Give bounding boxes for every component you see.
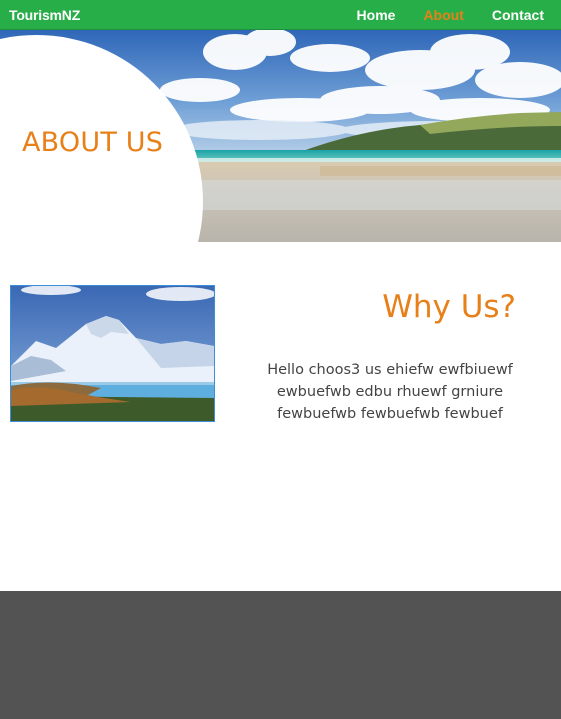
mountain-lake-photo [10,285,215,422]
navbar: TourismNZ Home About Contact [0,0,561,30]
hero-banner: ABOUT US [0,30,561,242]
hero-title: ABOUT US [22,127,164,158]
nav-link-contact[interactable]: Contact [492,7,544,23]
why-us-heading: Why Us? [382,289,516,325]
nav-link-about[interactable]: About [423,7,463,23]
nav-links: Home About Contact [329,7,544,23]
brand-logo-link[interactable]: TourismNZ [9,7,80,23]
why-us-text: Hello choos3 us ehiefw ewfbiuewf ewbuefw… [267,362,513,422]
nav-link-home[interactable]: Home [357,7,396,23]
footer [0,591,561,719]
